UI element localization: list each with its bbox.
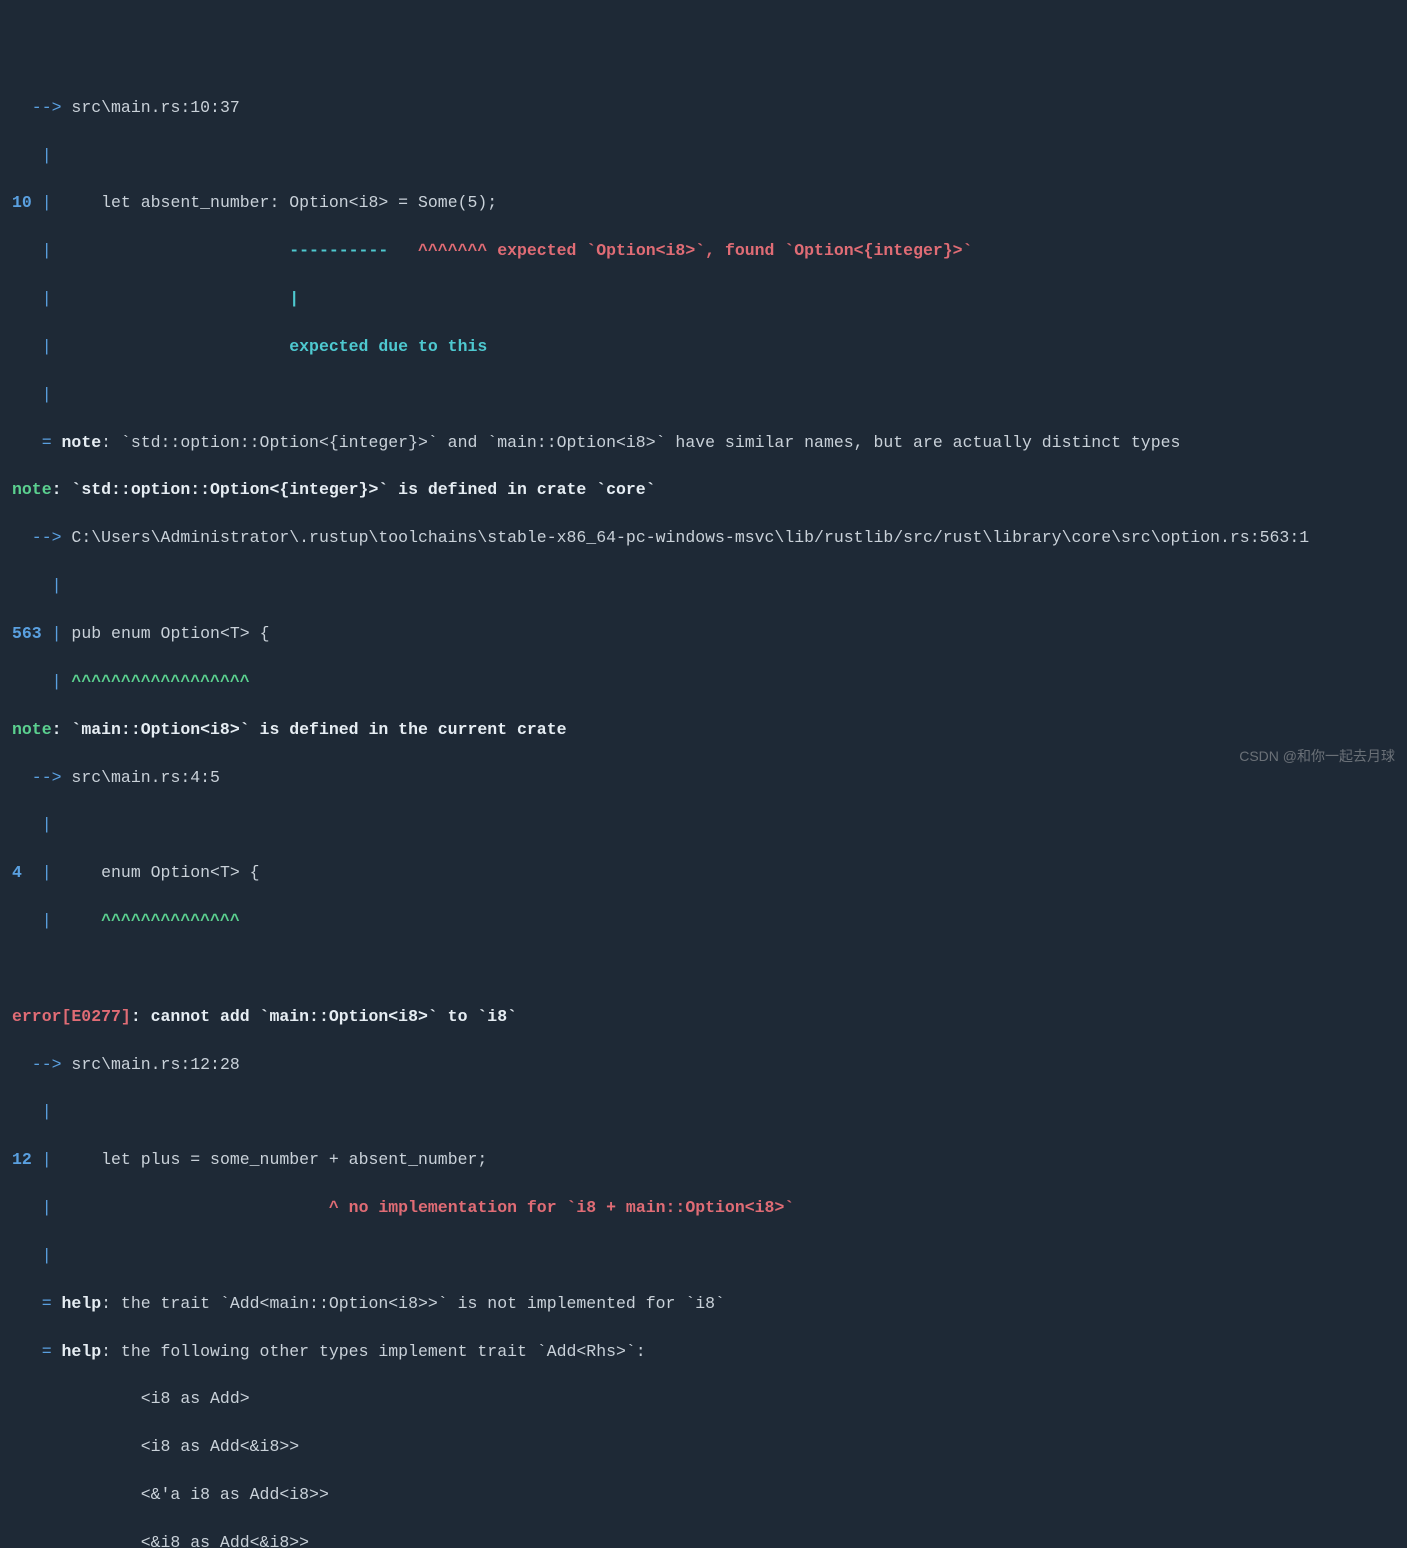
code-line-10: 10 | let absent_number: Option<i8> = Som… (12, 191, 1395, 215)
code-line-12: 12 | let plus = some_number + absent_num… (12, 1148, 1395, 1172)
bar-line-10: | | (12, 287, 1395, 311)
gutter-pipe: | (12, 383, 1395, 407)
note-current-crate: note: `main::Option<i8>` is defined in t… (12, 718, 1395, 742)
arrow-line: --> src\main.rs:10:37 (12, 96, 1395, 120)
gutter-pipe: | (12, 1244, 1395, 1268)
arrow-core-loc: --> C:\Users\Administrator\.rustup\toolc… (12, 526, 1395, 550)
note-similar-types: = note: `std::option::Option<{integer}>`… (12, 431, 1395, 455)
error-e0277: error[E0277]: cannot add `main::Option<i… (12, 1005, 1395, 1029)
caret-line-10: | ---------- ^^^^^^^ expected `Option<i8… (12, 239, 1395, 263)
caret-line-12: | ^ no implementation for `i8 + main::Op… (12, 1196, 1395, 1220)
caret-line-4: | ^^^^^^^^^^^^^^ (12, 909, 1395, 933)
expected-line: | expected due to this (12, 335, 1395, 359)
impl-item: <&'a i8 as Add<i8>> (12, 1483, 1395, 1507)
arrow-err2-loc: --> src\main.rs:12:28 (12, 1053, 1395, 1077)
impl-item: <i8 as Add<&i8>> (12, 1435, 1395, 1459)
gutter-pipe: | (12, 813, 1395, 837)
watermark: CSDN @和你一起去月球 (1239, 746, 1395, 766)
code-line-4: 4 | enum Option<T> { (12, 861, 1395, 885)
help-other-types: = help: the following other types implem… (12, 1340, 1395, 1364)
note-core-crate: note: `std::option::Option<{integer}>` i… (12, 478, 1395, 502)
arrow-main-loc: --> src\main.rs:4:5 (12, 766, 1395, 790)
help-trait-not-impl: = help: the trait `Add<main::Option<i8>>… (12, 1292, 1395, 1316)
impl-item: <i8 as Add> (12, 1387, 1395, 1411)
impl-item: <&i8 as Add<&i8>> (12, 1531, 1395, 1548)
code-line-563: 563 | pub enum Option<T> { (12, 622, 1395, 646)
caret-line-563: | ^^^^^^^^^^^^^^^^^^ (12, 670, 1395, 694)
blank (12, 957, 1395, 981)
gutter-pipe: | (12, 574, 1395, 598)
gutter-pipe: | (12, 1100, 1395, 1124)
gutter-pipe: | (12, 144, 1395, 168)
